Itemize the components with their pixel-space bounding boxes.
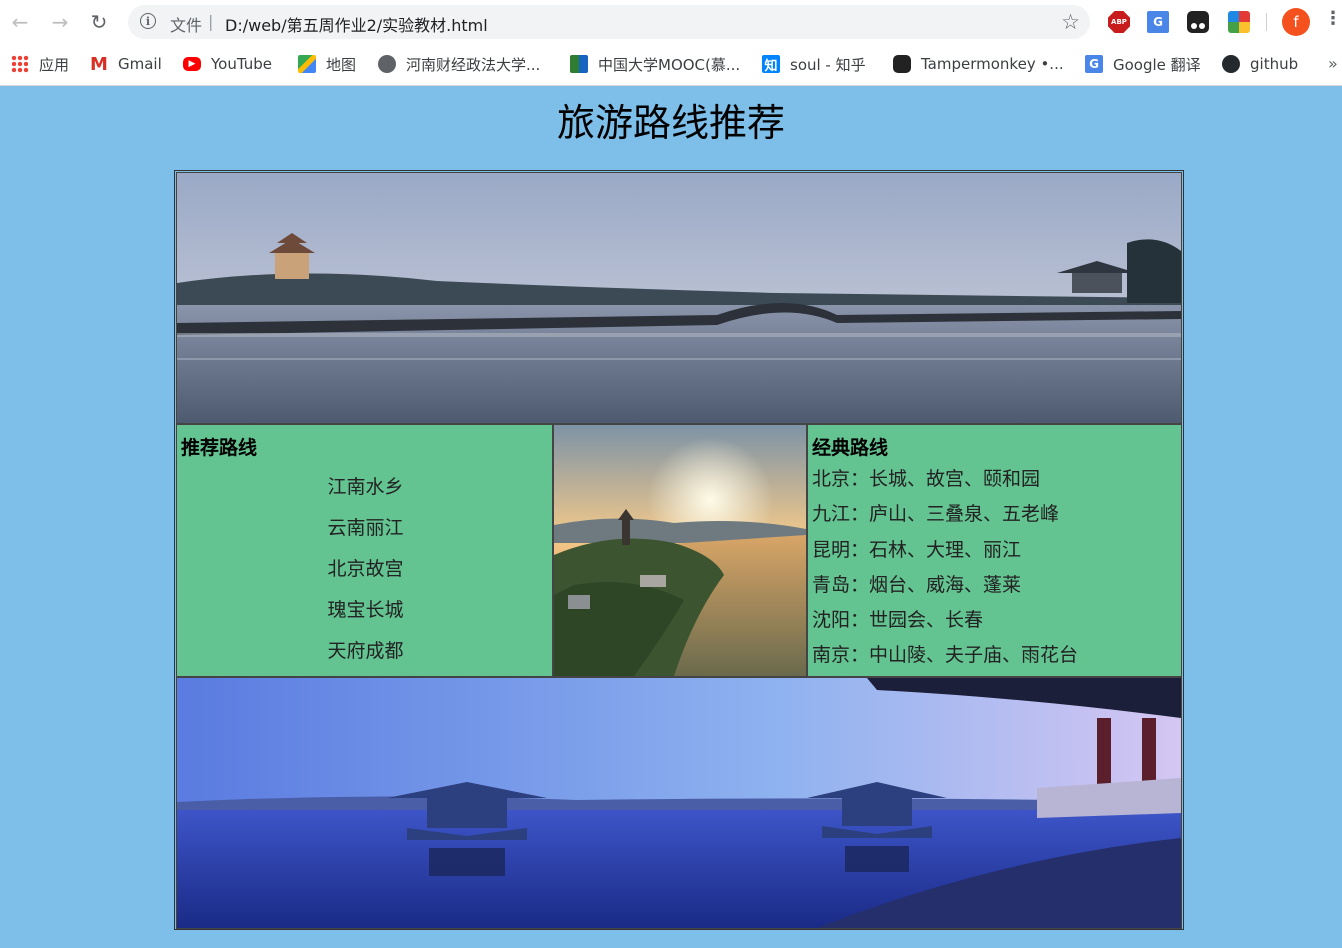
reload-icon[interactable]: ↻ [86,9,112,35]
bookmark-maps[interactable]: 地图 [298,52,356,76]
bookmark-henan-university[interactable]: 河南财经政法大学... [378,52,540,76]
browser-chrome: ← → ↻ i 文件 | D:/web/第五周作业2/实验教材.html ☆ A… [0,0,1342,86]
bookmark-mooc[interactable]: 中国大学MOOC(慕... [570,52,740,76]
maps-icon [298,55,316,73]
bookmark-label: 应用 [39,55,70,74]
list-item: 青岛：烟台、威海、蓬莱 [812,573,1022,596]
info-icon[interactable]: i [140,13,156,29]
bookmark-label: YouTube [211,55,272,73]
globe-icon [378,55,396,73]
address-bar[interactable]: i 文件 | D:/web/第五周作业2/实验教材.html ☆ [128,5,1090,39]
recommended-heading: 推荐路线 [181,437,258,459]
list-item: 九江：庐山、三叠泉、五老峰 [812,503,1060,526]
list-item: 云南丽江 [327,517,404,539]
apps-grid-icon [11,55,29,73]
toolbar-divider [1266,13,1267,31]
url-text[interactable]: D:/web/第五周作业2/实验教材.html [225,12,488,36]
classic-routes-cell: 经典路线 北京：长城、故宫、颐和园 九江：庐山、三叠泉、五老峰 昆明：石林、大理… [807,424,1182,677]
color-picker-icon[interactable] [1228,11,1250,33]
youtube-icon: ▶ [183,57,201,71]
forward-arrow-icon[interactable]: → [47,9,73,35]
sunset-pagoda-image [553,424,807,677]
west-lake-banner-image [176,172,1182,424]
bookmark-label: Google 翻译 [1113,55,1201,74]
classic-list: 北京：长城、故宫、颐和园 九江：庐山、三叠泉、五老峰 昆明：石林、大理、丽江 青… [812,467,1078,679]
mooc-icon [570,55,588,73]
bookmark-label: Tampermonkey •... [921,55,1064,73]
bookmarks-overflow-icon[interactable]: » [1328,54,1338,73]
bookmark-google-translate[interactable]: G Google 翻译 [1085,52,1201,76]
back-arrow-icon[interactable]: ← [7,9,33,35]
bookmark-label: Gmail [118,55,162,73]
list-item: 昆明：石林、大理、丽江 [812,538,1022,561]
bookmarks-bar: 应用 M Gmail ▶ YouTube 地图 河南财经政法大学... 中国大学… [0,48,1342,80]
list-item: 北京故宫 [327,558,404,580]
bookmark-label: 河南财经政法大学... [406,55,541,74]
scheme-label: 文件 [170,16,203,35]
route-table: 推荐路线 江南水乡 云南丽江 北京故宫 瑰宝长城 天府成都 经典路线 北京：长城… [174,170,1184,930]
list-item: 江南水乡 [327,476,404,498]
profile-avatar[interactable]: f [1282,8,1310,36]
list-item: 瑰宝长城 [327,599,404,621]
kebab-menu-icon[interactable]: ⋮ [1324,8,1342,29]
bookmark-apps[interactable]: 应用 [11,52,69,76]
github-icon [1222,55,1240,73]
list-item: 天府成都 [327,640,404,662]
google-translate-icon: G [1085,55,1103,73]
gmail-icon: M [90,53,108,75]
recommended-routes-cell: 推荐路线 江南水乡 云南丽江 北京故宫 瑰宝长城 天府成都 [176,424,553,677]
tampermonkey-icon[interactable] [1187,11,1209,33]
bookmark-label: 中国大学MOOC(慕... [598,55,741,74]
bookmark-star-icon[interactable]: ☆ [1061,10,1080,34]
classic-heading: 经典路线 [812,437,889,459]
bookmark-zhihu[interactable]: 知 soul - 知乎 [762,52,866,76]
bookmark-label: 地图 [326,55,357,74]
zhihu-icon: 知 [762,55,780,74]
bookmark-label: soul - 知乎 [790,55,866,74]
list-item: 北京：长城、故宫、颐和园 [812,468,1041,490]
list-item: 南京：中山陵、夫子庙、雨花台 [812,644,1079,667]
bookmark-youtube[interactable]: ▶ YouTube [183,52,272,76]
lake-lanterns-banner-image [176,677,1182,929]
bookmark-label: github [1250,55,1299,73]
scheme-separator: | [208,12,214,31]
bookmark-gmail[interactable]: M Gmail [90,52,162,76]
translate-icon[interactable]: G [1147,11,1169,33]
list-item: 沈阳：世园会、长春 [812,609,984,632]
abp-icon[interactable]: ABP [1108,11,1130,33]
bookmark-github[interactable]: github [1222,52,1298,76]
browser-toolbar: ← → ↻ i 文件 | D:/web/第五周作业2/实验教材.html ☆ A… [0,0,1342,44]
recommended-list: 江南水乡 云南丽江 北京故宫 瑰宝长城 天府成都 [177,475,554,680]
page-title: 旅游路线推荐 [556,101,785,145]
tampermonkey-icon [893,55,911,73]
bookmark-tampermonkey[interactable]: Tampermonkey •... [893,52,1064,76]
